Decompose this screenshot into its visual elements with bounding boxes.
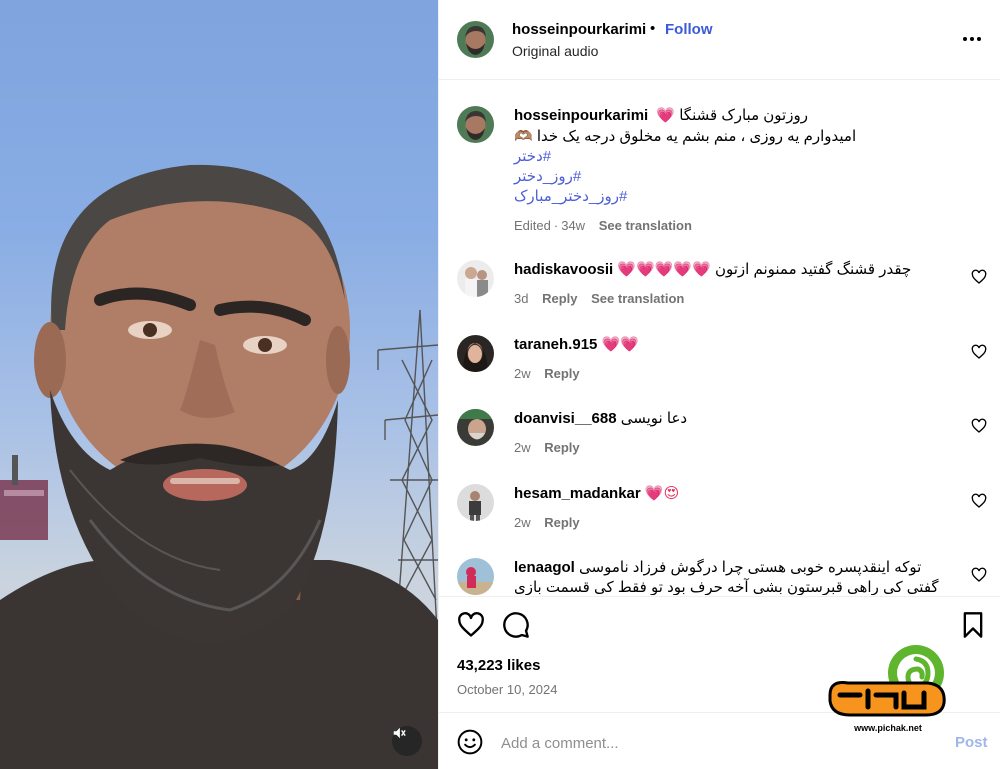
comment-age[interactable]: 3d bbox=[514, 291, 528, 306]
comment-item: hesam_madankar 💗😍 2w Reply bbox=[439, 484, 1000, 554]
see-translation-button[interactable]: See translation bbox=[591, 291, 684, 306]
watermark-url: www.pichak.net bbox=[853, 723, 922, 733]
pichak-watermark-logo: www.pichak.net bbox=[828, 645, 946, 733]
comment-username[interactable]: hadiskavoosii bbox=[514, 261, 613, 278]
audio-label[interactable]: Original audio bbox=[512, 43, 598, 59]
more-horizontal-icon[interactable] bbox=[961, 28, 983, 50]
comment-username[interactable]: lenaagol bbox=[514, 559, 575, 576]
speaker-muted-icon bbox=[393, 727, 406, 739]
caption-line-2: امیدوارم یه روزی ، منم بشم یه مخلوق درجه… bbox=[514, 128, 857, 145]
hashtag-link[interactable]: #دختر bbox=[514, 147, 974, 167]
comment-age[interactable]: 2w bbox=[514, 515, 531, 530]
likes-count[interactable]: 43,223 likes bbox=[457, 657, 540, 674]
caption-meta: Edited · 34w See translation bbox=[514, 215, 974, 236]
author-username[interactable]: hosseinpourkarimi bbox=[512, 21, 646, 38]
post-caption: hosseinpourkarimi روزتون مبارک قشنگا 💗 ا… bbox=[514, 105, 974, 236]
edited-label: Edited bbox=[514, 218, 551, 233]
comment-like-icon[interactable] bbox=[971, 269, 987, 285]
reply-button[interactable]: Reply bbox=[542, 291, 577, 306]
post-video[interactable] bbox=[0, 0, 438, 769]
comment-text: 💗😍 bbox=[644, 485, 680, 502]
comment-body: lenaagol توکه اینقدپسره خوبی هستی چرا در… bbox=[514, 558, 954, 595]
heart-outline-icon[interactable] bbox=[457, 611, 485, 639]
post-comment-button[interactable]: Post bbox=[955, 734, 988, 751]
author-avatar[interactable] bbox=[457, 21, 494, 58]
comment-body: doanvisi__688 دعا نویسی 2w Reply bbox=[514, 409, 954, 458]
comment-username[interactable]: doanvisi__688 bbox=[514, 410, 617, 427]
comments-list[interactable]: hosseinpourkarimi روزتون مبارک قشنگا 💗 ا… bbox=[439, 81, 1000, 595]
video-frame-illustration bbox=[0, 164, 438, 769]
comment-meta: 2w Reply bbox=[514, 364, 954, 384]
comment-age[interactable]: 2w bbox=[514, 440, 531, 455]
follow-button[interactable]: Follow bbox=[665, 21, 713, 38]
post-header: hosseinpourkarimi • Follow Original audi… bbox=[439, 0, 1000, 80]
header-separator: • bbox=[650, 20, 656, 37]
see-translation-button[interactable]: See translation bbox=[599, 218, 692, 233]
comment-item: taraneh.915 💗💗 2w Reply bbox=[439, 335, 1000, 405]
comment-age[interactable]: 2w bbox=[514, 366, 531, 381]
comment-text: دعا نویسی bbox=[620, 410, 688, 427]
comment-username[interactable]: taraneh.915 bbox=[514, 336, 597, 353]
comment-like-icon[interactable] bbox=[971, 567, 987, 583]
comment-meta: 2w Reply bbox=[514, 513, 954, 533]
hashtag-link[interactable]: #روز_دختر bbox=[514, 167, 974, 187]
caption-author-avatar[interactable] bbox=[457, 106, 494, 143]
smiley-icon[interactable] bbox=[457, 729, 483, 755]
hashtag-link[interactable]: #روز_دختر_مبارک bbox=[514, 187, 974, 207]
comment-like-icon[interactable] bbox=[971, 418, 987, 434]
caption-username[interactable]: hosseinpourkarimi bbox=[514, 107, 648, 124]
comment-like-icon[interactable] bbox=[971, 344, 987, 360]
reply-button[interactable]: Reply bbox=[544, 440, 579, 455]
comment-like-icon[interactable] bbox=[971, 493, 987, 509]
comment-item: doanvisi__688 دعا نویسی 2w Reply bbox=[439, 409, 1000, 479]
caption-separator: · bbox=[553, 218, 559, 233]
comment-meta: 2w Reply bbox=[514, 438, 954, 458]
caption-line-1: روزتون مبارک قشنگا 💗 bbox=[656, 107, 808, 124]
reply-button[interactable]: Reply bbox=[544, 366, 579, 381]
comment-item: hadiskavoosii چقدر قشنگ گفتید ممنونم ازت… bbox=[439, 260, 1000, 330]
post-date[interactable]: October 10, 2024 bbox=[457, 682, 557, 697]
bookmark-icon[interactable] bbox=[959, 611, 987, 639]
comment-body: hadiskavoosii چقدر قشنگ گفتید ممنونم ازت… bbox=[514, 260, 954, 309]
commenter-avatar[interactable] bbox=[457, 558, 494, 595]
comment-username[interactable]: hesam_madankar bbox=[514, 485, 641, 502]
commenter-avatar[interactable] bbox=[457, 484, 494, 521]
comment-text: 💗💗 bbox=[601, 336, 639, 353]
comment-body: taraneh.915 💗💗 2w Reply bbox=[514, 335, 954, 384]
caption-age[interactable]: 34w bbox=[561, 218, 585, 233]
reply-button[interactable]: Reply bbox=[544, 515, 579, 530]
commenter-avatar[interactable] bbox=[457, 335, 494, 372]
comment-icon[interactable] bbox=[502, 611, 530, 639]
comment-text: توکه اینقدپسره خوبی هستی چرا درگوش فرزاد… bbox=[514, 559, 939, 595]
mute-toggle-button[interactable] bbox=[392, 726, 422, 756]
commenter-avatar[interactable] bbox=[457, 409, 494, 446]
comment-text: چقدر قشنگ گفتید ممنونم ازتون 💗💗💗💗💗 bbox=[617, 261, 912, 278]
comment-body: hesam_madankar 💗😍 2w Reply bbox=[514, 484, 954, 533]
comment-item: lenaagol توکه اینقدپسره خوبی هستی چرا در… bbox=[439, 558, 1000, 595]
commenter-avatar[interactable] bbox=[457, 260, 494, 297]
comment-meta: 3d Reply See translation bbox=[514, 289, 954, 309]
